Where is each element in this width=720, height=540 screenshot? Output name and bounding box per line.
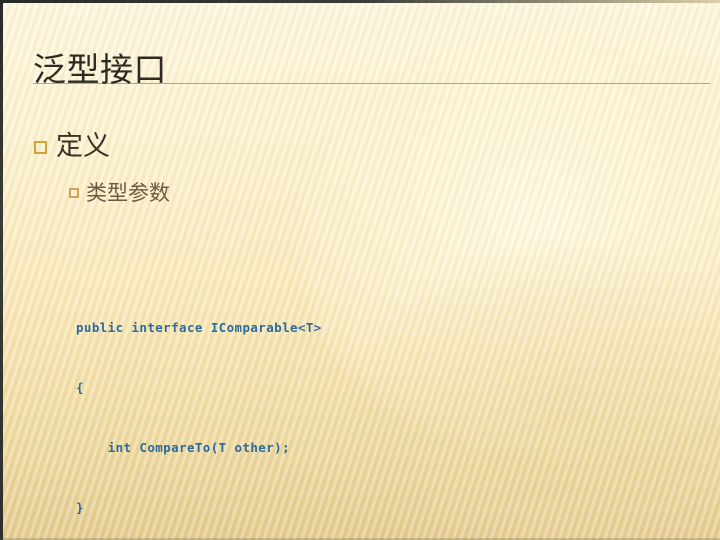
code-line: public interface IComparable<T> xyxy=(76,320,322,335)
hollow-square-bullet-icon xyxy=(69,188,79,198)
bullet-item-level2: 类型参数 xyxy=(69,180,170,206)
code-line: { xyxy=(76,380,84,395)
code-snippet: public interface IComparable<T> { int Co… xyxy=(76,278,322,540)
bullet-level1-label: 定义 xyxy=(56,131,110,162)
slide-canvas: 泛型接口 定义 类型参数 public interface IComparabl… xyxy=(0,0,720,540)
background-light-blob xyxy=(300,30,720,460)
slide-top-border xyxy=(0,0,720,3)
code-line: } xyxy=(76,500,84,515)
slide-left-border xyxy=(0,0,3,540)
hollow-square-bullet-icon xyxy=(34,140,47,154)
bullet-level2-label: 类型参数 xyxy=(86,181,170,205)
bullet-item-level1: 定义 xyxy=(34,131,110,163)
slide-title: 泛型接口 xyxy=(33,50,167,89)
code-line: int CompareTo(T other); xyxy=(76,440,290,455)
background-shadow-blob xyxy=(360,250,720,540)
